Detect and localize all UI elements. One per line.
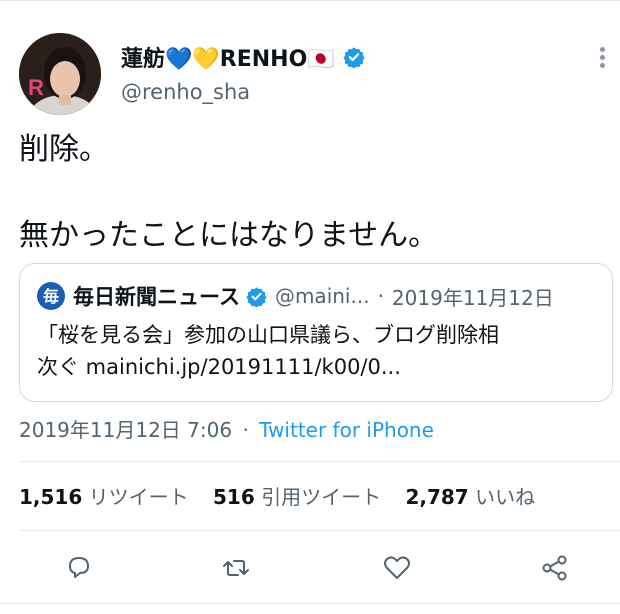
quoted-tweet-card[interactable]: 毎 毎日新聞ニュース @maini... · 2019年11月12日 「桜を見る… [19, 263, 613, 402]
tweet-timestamp[interactable]: 2019年11月12日 7:06 [19, 418, 232, 442]
quoted-date: 2019年11月12日 [391, 285, 554, 310]
like-button[interactable] [380, 551, 414, 585]
tweet-meta: 2019年11月12日 7:06 · Twitter for iPhone [19, 414, 434, 443]
logo-char: 毎 [43, 287, 59, 306]
quoted-text-line-2: 次ぐ mainichi.jp/20191111/k00/0... [37, 355, 401, 379]
more-icon[interactable] [596, 46, 608, 70]
tweet-text-line-2: 無かったことにはなりません。 [19, 218, 439, 253]
quoted-text-line-1: 「桜を見る会」参加の山口県議ら、ブログ削除相 [37, 323, 499, 347]
avatar[interactable]: R [19, 33, 101, 115]
avatar-letter: R [28, 75, 44, 100]
likes-stat[interactable]: 2,787 いいね [405, 485, 535, 509]
action-bar [0, 551, 620, 585]
quoted-author-name: 毎日新聞ニュース [73, 285, 240, 309]
retweet-icon [223, 560, 249, 576]
tweet-source-link[interactable]: Twitter for iPhone [259, 418, 434, 442]
quotes-stat[interactable]: 516 引用ツイート [213, 485, 381, 509]
retweets-count: 1,516 [19, 485, 83, 509]
divider [19, 530, 620, 531]
engagement-stats: 1,516 リツイート 516 引用ツイート 2,787 いいね [19, 481, 553, 510]
meta-separator: · [242, 418, 249, 442]
avatar-image: R [19, 33, 101, 115]
reply-button[interactable] [62, 551, 96, 585]
quoted-separator: · [377, 284, 384, 308]
like-icon [384, 556, 410, 579]
tweet-text-line-1: 削除。 [19, 132, 109, 167]
divider [19, 461, 620, 462]
share-icon [542, 555, 567, 581]
quoted-tweet-text: 「桜を見る会」参加の山口県議ら、ブログ削除相 次ぐ mainichi.jp/20… [37, 319, 597, 383]
retweets-stat[interactable]: 1,516 リツイート [19, 485, 189, 509]
retweet-button[interactable] [219, 551, 253, 585]
mainichi-logo-icon: 毎 [37, 282, 65, 310]
likes-label: いいね [475, 485, 536, 509]
quotes-count: 516 [212, 485, 255, 509]
author-name-row[interactable]: 蓮舫💙💛RENHO🇯🇵 [121, 42, 365, 72]
share-button[interactable] [538, 551, 572, 585]
verified-icon [343, 47, 365, 68]
bottom-divider [0, 603, 620, 604]
display-name[interactable]: 蓮舫💙💛RENHO🇯🇵 [121, 41, 335, 73]
quoted-tweet-header: 毎 毎日新聞ニュース @maini... · 2019年11月12日 [37, 281, 554, 311]
top-divider [0, 0, 620, 1]
verified-icon [246, 286, 267, 307]
author-handle[interactable]: @renho_sha [121, 80, 250, 104]
quotes-label: 引用ツイート [261, 485, 382, 509]
quoted-author-handle: @maini... [274, 284, 370, 308]
retweets-label: リツイート [88, 485, 189, 509]
likes-count: 2,787 [405, 485, 469, 509]
reply-icon [69, 557, 89, 578]
